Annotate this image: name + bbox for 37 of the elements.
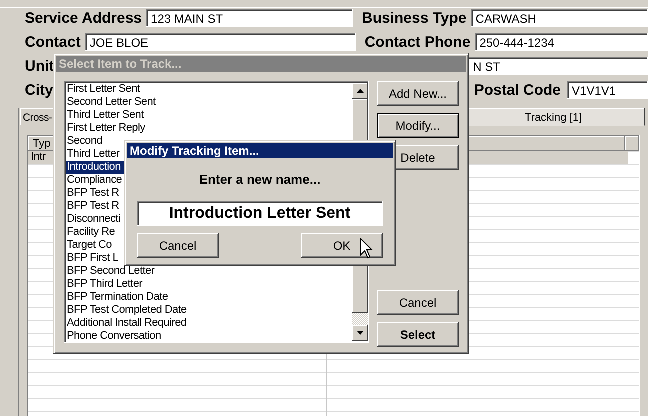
list-item[interactable]: BFP Test Completed Date [66, 304, 352, 317]
field-label: Business Type [362, 10, 467, 26]
dialog-button[interactable]: Select [377, 322, 459, 347]
input-field[interactable]: JOE BLOE [84, 33, 356, 51]
list-item[interactable]: Third Letter Sent [66, 109, 352, 122]
name-field[interactable]: Introduction Letter Sent [137, 201, 383, 226]
dialog-title: Modify Tracking Item... [127, 143, 393, 158]
cursor-icon [360, 238, 373, 259]
scroll-up-icon [356, 89, 364, 93]
field-label: Unit [25, 58, 54, 74]
table-cell-text: Intr [30, 151, 47, 164]
list-item[interactable]: BFP Third Letter [66, 278, 352, 291]
dialog-button[interactable]: Add New... [377, 81, 459, 106]
field-label: City [25, 82, 54, 98]
prompt-text: Enter a new name... [198, 172, 322, 187]
list-item[interactable]: First Letter Reply [66, 122, 352, 135]
input-field[interactable]: 250-444-1234 [474, 33, 648, 51]
field-label: Contact [25, 34, 81, 50]
field-label: Postal Code [474, 82, 562, 98]
input-field[interactable]: CARWASH [470, 9, 648, 27]
input-field[interactable]: V1V1V1 [567, 81, 648, 99]
list-item[interactable]: Second Letter Sent [66, 96, 352, 109]
list-item[interactable]: BFP Termination Date [66, 291, 352, 304]
dialog-button[interactable]: Cancel [137, 233, 219, 258]
tab[interactable]: Cross- [20, 108, 55, 126]
list-item[interactable]: Phone Conversation [66, 330, 352, 343]
dialog-button[interactable]: Cancel [377, 290, 459, 315]
input-field[interactable]: 123 MAIN ST [146, 9, 354, 27]
list-item[interactable]: Additional Install Required [66, 317, 352, 330]
dialog-title: Select Item to Track... [56, 56, 466, 72]
list-item[interactable]: First Letter Sent [66, 83, 352, 96]
field-label: Service Address [25, 10, 142, 26]
dialog-button[interactable]: OK [301, 233, 383, 258]
scroll-down-icon [356, 331, 364, 335]
dialog-button[interactable]: Modify... [377, 113, 459, 138]
list-item[interactable]: BFP Second Letter [66, 265, 352, 278]
field-label: Contact Phone [364, 34, 471, 50]
